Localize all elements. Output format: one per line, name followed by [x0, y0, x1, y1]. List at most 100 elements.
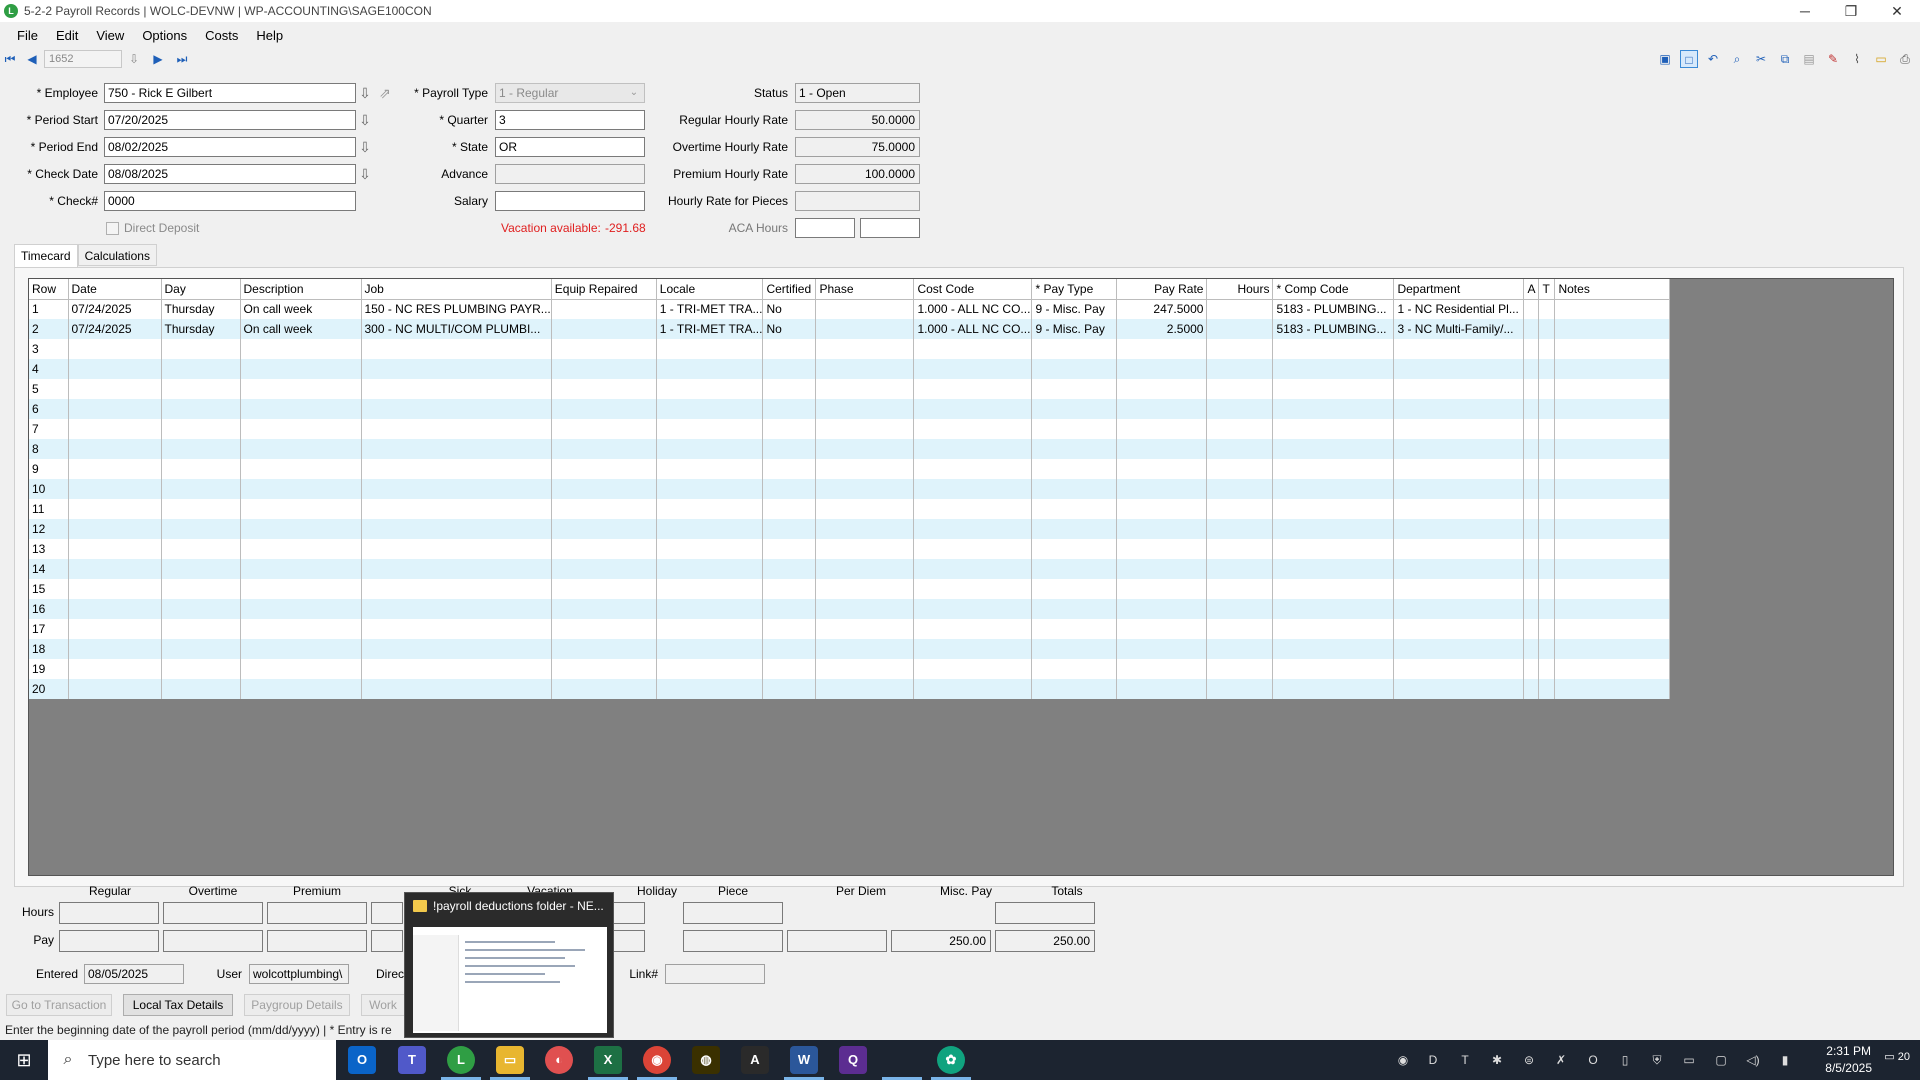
table-cell[interactable] [1116, 439, 1208, 459]
table-cell[interactable] [1554, 479, 1671, 499]
table-cell[interactable] [1206, 319, 1274, 339]
table-cell[interactable] [815, 659, 915, 679]
table-row[interactable]: 4 [29, 359, 1671, 379]
undo-icon[interactable]: ↶ [1704, 50, 1722, 68]
table-cell[interactable] [815, 419, 915, 439]
table-cell[interactable]: Thursday [161, 299, 241, 319]
table-cell[interactable] [551, 639, 657, 659]
table-cell[interactable] [913, 639, 1033, 659]
table-cell[interactable] [1116, 499, 1208, 519]
table-cell[interactable]: 5183 - PLUMBING... [1272, 319, 1395, 339]
table-cell[interactable] [361, 459, 552, 479]
work-button[interactable]: Work [361, 994, 405, 1016]
table-cell[interactable] [1272, 559, 1395, 579]
table-cell[interactable] [656, 419, 764, 439]
table-cell[interactable] [361, 559, 552, 579]
table-cell[interactable] [1116, 659, 1208, 679]
table-cell[interactable] [1393, 499, 1525, 519]
table-cell[interactable] [1031, 499, 1118, 519]
table-cell[interactable] [815, 359, 915, 379]
table-cell[interactable] [1116, 639, 1208, 659]
table-cell[interactable] [1116, 559, 1208, 579]
table-cell[interactable] [1538, 479, 1556, 499]
table-cell[interactable]: 1.000 - ALL NC CO... [913, 319, 1033, 339]
table-cell[interactable] [1206, 379, 1274, 399]
table-cell[interactable] [1538, 659, 1556, 679]
table-cell[interactable] [913, 479, 1033, 499]
table-row[interactable]: 13 [29, 539, 1671, 559]
table-cell[interactable] [913, 579, 1033, 599]
table-cell[interactable] [1538, 499, 1556, 519]
table-cell[interactable] [815, 599, 915, 619]
table-cell[interactable] [656, 439, 764, 459]
column-header[interactable]: Notes [1554, 279, 1671, 300]
table-cell[interactable] [1116, 539, 1208, 559]
table-cell[interactable] [815, 339, 915, 359]
column-header[interactable]: Description [240, 279, 362, 300]
table-cell[interactable]: Thursday [161, 319, 241, 339]
restore-button[interactable]: ❐ [1828, 0, 1874, 22]
table-cell[interactable] [1031, 459, 1118, 479]
table-cell[interactable] [656, 339, 764, 359]
table-cell[interactable] [161, 659, 241, 679]
employee-field[interactable]: 750 - Rick E Gilbert [104, 83, 356, 103]
first-record-icon[interactable]: ⏮ [2, 51, 18, 67]
table-cell[interactable] [1116, 359, 1208, 379]
table-cell[interactable] [656, 659, 764, 679]
table-cell[interactable] [68, 679, 162, 699]
table-row[interactable]: 3 [29, 339, 1671, 359]
paste-icon[interactable]: ▤ [1800, 50, 1818, 68]
table-cell[interactable] [161, 499, 241, 519]
table-cell[interactable] [361, 339, 552, 359]
table-cell[interactable] [240, 379, 362, 399]
entered-field[interactable]: 08/05/2025 [84, 964, 184, 984]
table-cell[interactable] [1523, 319, 1540, 339]
aca-hours-field-2[interactable] [860, 218, 920, 238]
period-start-lookup-icon[interactable]: ⇩ [357, 111, 373, 129]
table-cell[interactable]: 11 [29, 499, 69, 519]
table-cell[interactable] [656, 479, 764, 499]
table-cell[interactable] [815, 479, 915, 499]
table-cell[interactable] [1272, 479, 1395, 499]
table-cell[interactable] [551, 619, 657, 639]
column-header[interactable]: Date [68, 279, 162, 300]
table-cell[interactable] [361, 579, 552, 599]
table-cell[interactable] [361, 619, 552, 639]
table-cell[interactable]: 1 - TRI-MET TRA... [656, 319, 764, 339]
lookup-arrow-icon[interactable]: ⇩ [126, 51, 142, 67]
table-cell[interactable] [1031, 439, 1118, 459]
table-cell[interactable] [551, 379, 657, 399]
table-row[interactable]: 17 [29, 619, 1671, 639]
tray-usb-icon[interactable]: ▯ [1616, 1052, 1634, 1068]
table-cell[interactable] [1116, 379, 1208, 399]
table-cell[interactable] [1554, 599, 1671, 619]
user-field[interactable]: wolcottplumbing\ [249, 964, 349, 984]
table-cell[interactable] [1116, 479, 1208, 499]
table-cell[interactable] [1554, 539, 1671, 559]
table-cell[interactable]: 18 [29, 639, 69, 659]
table-cell[interactable] [361, 419, 552, 439]
tray-outlook-icon[interactable]: O [1584, 1052, 1602, 1068]
table-cell[interactable] [656, 579, 764, 599]
table-cell[interactable] [68, 399, 162, 419]
table-cell[interactable]: 1 [29, 299, 69, 319]
table-cell[interactable] [361, 399, 552, 419]
table-cell[interactable] [1538, 459, 1556, 479]
table-cell[interactable] [815, 319, 915, 339]
table-cell[interactable] [762, 539, 817, 559]
table-cell[interactable]: 14 [29, 559, 69, 579]
table-cell[interactable] [1116, 459, 1208, 479]
table-cell[interactable]: 5 [29, 379, 69, 399]
table-cell[interactable] [161, 679, 241, 699]
table-cell[interactable] [361, 479, 552, 499]
table-cell[interactable] [240, 479, 362, 499]
table-cell[interactable] [551, 479, 657, 499]
table-row[interactable]: 18 [29, 639, 1671, 659]
table-cell[interactable] [68, 479, 162, 499]
table-cell[interactable] [1206, 659, 1274, 679]
taskbar-search[interactable]: ⌕ Type here to search [48, 1040, 336, 1080]
table-cell[interactable] [1031, 559, 1118, 579]
table-cell[interactable] [361, 679, 552, 699]
table-cell[interactable] [240, 419, 362, 439]
microphone-icon[interactable]: ▮ [1776, 1052, 1794, 1068]
